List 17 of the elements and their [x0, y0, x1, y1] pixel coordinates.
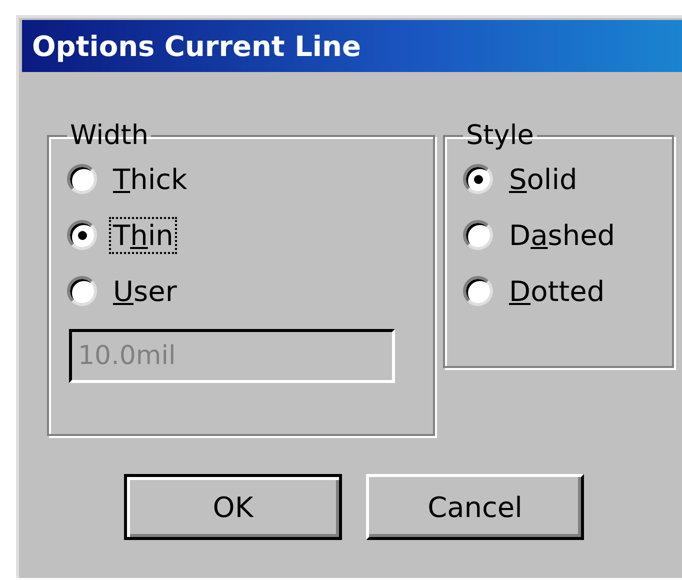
ok-button[interactable]: OK — [124, 474, 342, 540]
radio-button[interactable] — [67, 164, 97, 194]
radio-label[interactable]: Solid — [507, 162, 580, 196]
radio-label[interactable]: Thick — [111, 162, 190, 196]
group-title: Style — [465, 120, 535, 151]
radio-button[interactable] — [463, 220, 493, 250]
radio-label[interactable]: Thin — [111, 218, 176, 252]
radio-label[interactable]: Dashed — [507, 218, 618, 252]
radio-button[interactable] — [463, 276, 493, 306]
radio-button[interactable] — [67, 220, 97, 250]
group-title: Width — [69, 120, 150, 151]
cancel-button[interactable]: Cancel — [366, 474, 584, 540]
radio-button[interactable] — [463, 164, 493, 194]
radio-label[interactable]: User — [111, 274, 179, 308]
radio-button[interactable] — [67, 276, 97, 306]
radio-label[interactable]: Dotted — [507, 274, 607, 308]
window-title: Options Current Line — [22, 20, 682, 72]
